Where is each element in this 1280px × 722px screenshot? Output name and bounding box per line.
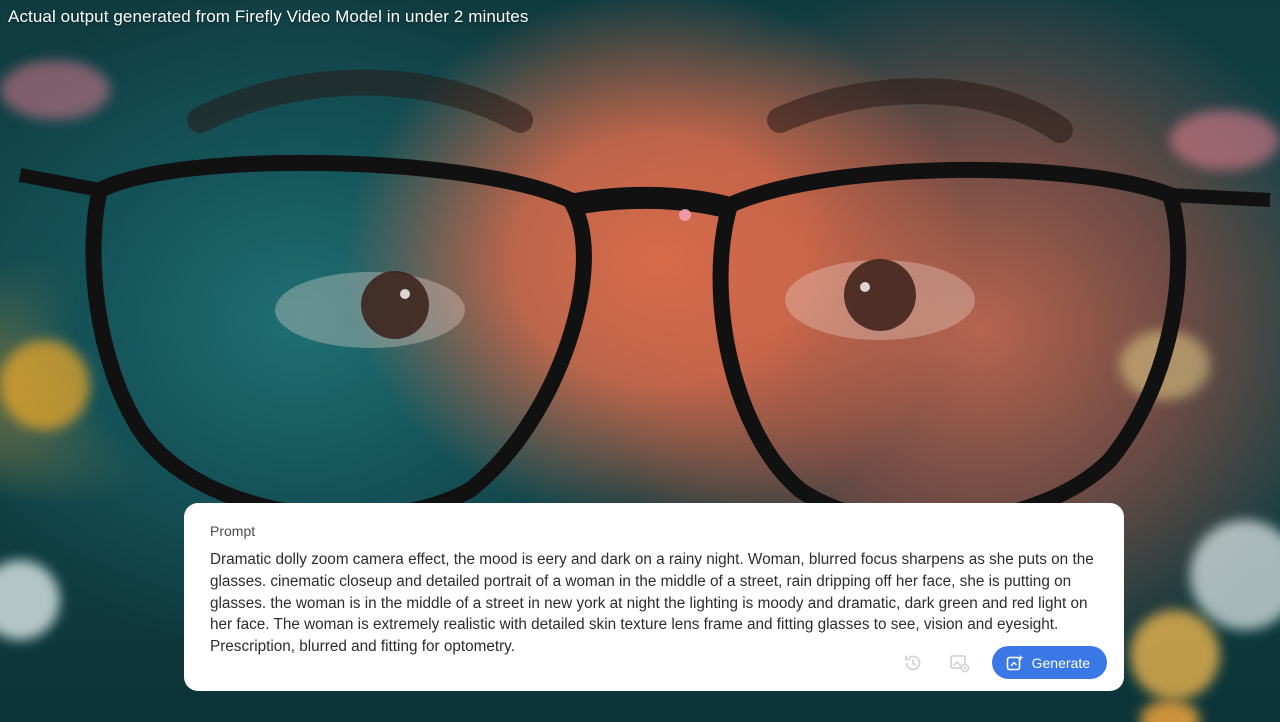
video-frame: Actual output generated from Firefly Vid… xyxy=(0,0,1280,722)
image-reference-button[interactable] xyxy=(946,650,972,676)
generate-button[interactable]: Generate xyxy=(991,646,1107,679)
history-icon xyxy=(904,655,921,670)
prompt-panel: Prompt Dramatic dolly zoom camera effect… xyxy=(184,503,1124,691)
image-reference-icon xyxy=(949,654,970,672)
prompt-actions: Generate xyxy=(900,646,1107,679)
sparkle-generate-icon xyxy=(1006,654,1024,672)
generate-label: Generate xyxy=(1031,654,1090,671)
prompt-text[interactable]: Dramatic dolly zoom camera effect, the m… xyxy=(210,549,1110,658)
prompt-label: Prompt xyxy=(210,523,256,539)
history-button[interactable] xyxy=(900,650,926,676)
video-caption: Actual output generated from Firefly Vid… xyxy=(8,7,529,26)
